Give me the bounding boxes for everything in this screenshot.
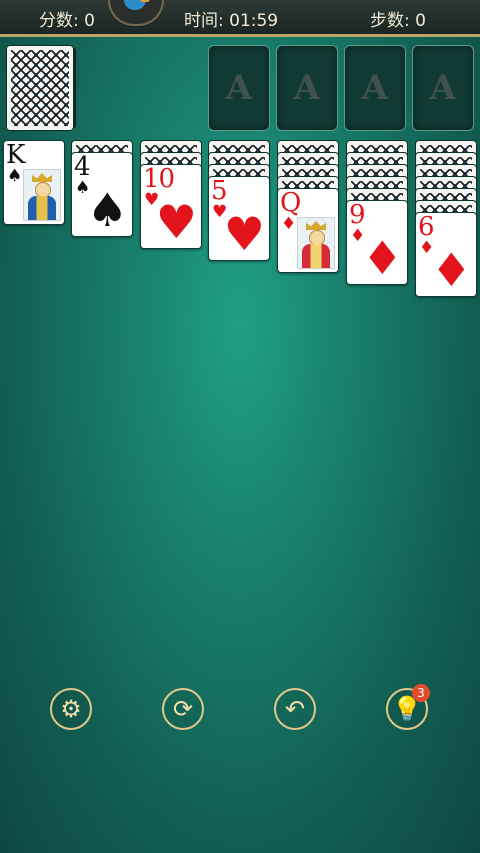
bird-logo xyxy=(108,0,164,26)
foundation-slot[interactable]: A xyxy=(276,45,338,131)
card-suit-large: ♥ xyxy=(155,195,197,249)
tableau-card[interactable]: K ♠ xyxy=(3,140,65,225)
card-suit-small: ♠ xyxy=(7,166,23,186)
refresh-icon: ⟳ xyxy=(172,695,194,723)
foundation-slot[interactable]: A xyxy=(208,45,270,131)
gear-icon: ⚙ xyxy=(60,695,82,723)
hint-button[interactable]: 💡 3 xyxy=(386,684,430,730)
card-suit-large: ♦ xyxy=(361,231,403,285)
time-label: 时间: 01:59 xyxy=(184,11,279,31)
tableau-card[interactable]: 9 ♦ ♦ xyxy=(346,200,408,285)
tableau-card[interactable]: 10 ♥ ♥ xyxy=(140,164,202,249)
undo-icon: ↶ xyxy=(284,695,306,723)
stock-pile[interactable] xyxy=(6,45,74,131)
king-portrait xyxy=(23,169,61,221)
moves-label: 步数: 0 xyxy=(370,11,426,31)
card-suit-small: ♦ xyxy=(281,214,297,234)
hint-count-badge: 3 xyxy=(412,684,430,702)
card-suit-large: ♥ xyxy=(223,207,265,261)
bottom-toolbar: ⚙ ⟳ ↶ 💡 3 xyxy=(0,684,480,738)
tableau-card[interactable]: Q ♦ xyxy=(277,188,339,273)
tableau-card[interactable]: 5 ♥ ♥ xyxy=(208,176,270,261)
new-game-button[interactable]: ⟳ xyxy=(162,688,204,730)
tableau-card[interactable]: 6 ♦ ♦ xyxy=(415,212,477,297)
queen-portrait xyxy=(297,217,335,269)
status-bar: 分数: 0 时间: 01:59 步数: 0 xyxy=(0,0,480,37)
foundation-slot[interactable]: A xyxy=(412,45,474,131)
settings-button[interactable]: ⚙ xyxy=(50,688,92,730)
card-suit-large: ♦ xyxy=(430,243,472,297)
tableau-card[interactable]: 4 ♠ ♠ xyxy=(71,152,133,237)
card-suit-large: ♠ xyxy=(86,183,128,237)
foundation-slot[interactable]: A xyxy=(344,45,406,131)
undo-button[interactable]: ↶ xyxy=(274,688,316,730)
score-label: 分数: 0 xyxy=(39,11,95,31)
